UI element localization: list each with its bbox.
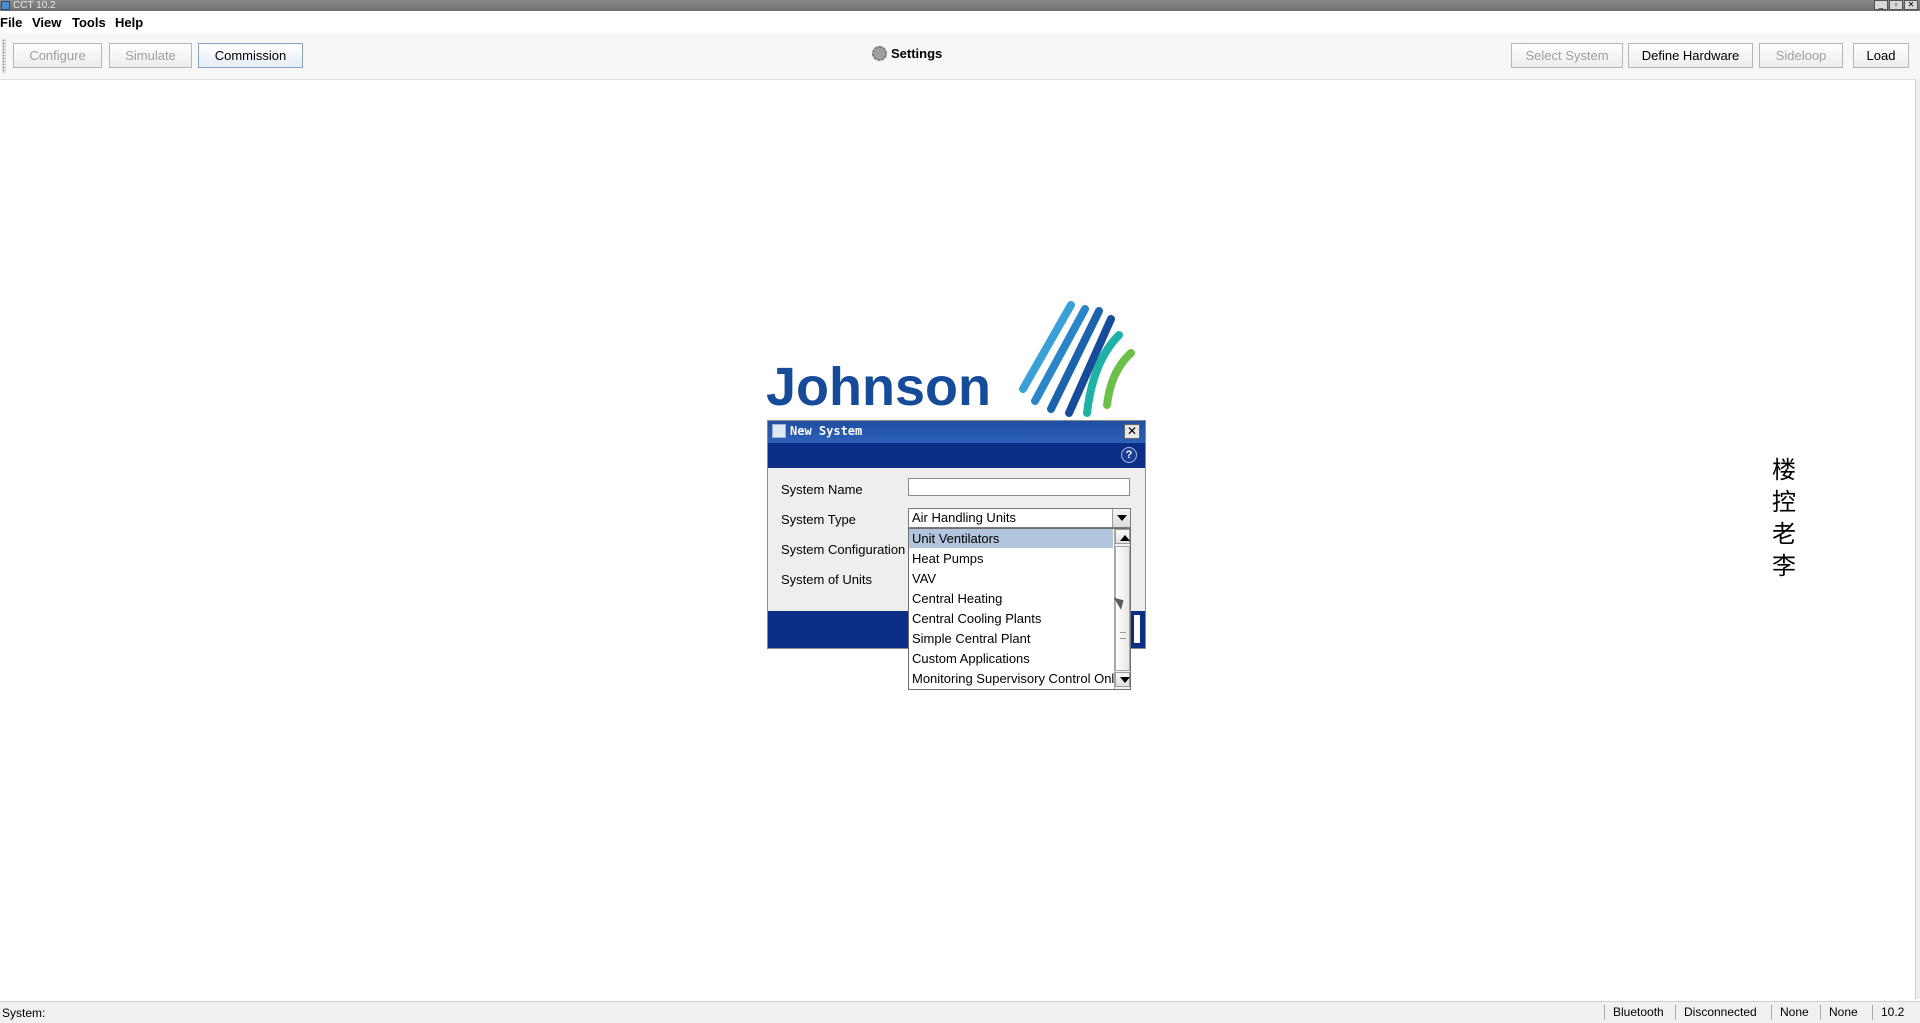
chevron-down-icon (1117, 515, 1127, 521)
status-connection: Disconnected (1675, 1005, 1757, 1020)
watermark-char: 楼 (1772, 456, 1796, 484)
scroll-up-button[interactable] (1115, 529, 1130, 544)
chevron-down-icon (1120, 677, 1130, 683)
minimize-icon[interactable]: _ (1874, 0, 1888, 10)
dropdown-option[interactable]: Central Heating (909, 589, 1113, 608)
johnson-logo-text: Johnson (766, 357, 991, 417)
window-controls: _ ▫ ✕ (1874, 0, 1918, 10)
status-version: 10.2 (1872, 1005, 1904, 1020)
help-icon[interactable]: ? (1121, 447, 1137, 463)
watermark-char: 李 (1772, 552, 1796, 580)
scroll-down-button[interactable] (1115, 672, 1130, 687)
status-bluetooth: Bluetooth (1604, 1005, 1664, 1020)
dialog-title: New System (790, 424, 863, 438)
menu-view[interactable]: View (32, 15, 61, 30)
status-none-1: None (1771, 1005, 1809, 1020)
load-button[interactable]: Load (1853, 43, 1909, 68)
system-name-label: System Name (781, 482, 863, 497)
window-title: CCT 10.2 (13, 0, 56, 11)
dropdown-option[interactable]: Heat Pumps (909, 549, 1113, 568)
window-title-bar: CCT 10.2 _ ▫ ✕ (0, 0, 1920, 11)
close-window-icon[interactable]: ✕ (1904, 0, 1918, 10)
system-configuration-label: System Configuration (781, 542, 906, 557)
dialog-header-band: ? (768, 443, 1145, 468)
dialog-title-bar[interactable]: New System ✕ (768, 421, 1145, 443)
gear-icon (872, 46, 887, 61)
dialog-app-icon (772, 424, 786, 438)
chevron-up-icon (1120, 535, 1130, 541)
commission-button[interactable]: Commission (198, 43, 303, 68)
watermark-char: 控 (1772, 488, 1796, 516)
system-type-value: Air Handling Units (912, 510, 1017, 525)
scroll-grip-icon (1120, 632, 1126, 639)
menu-help[interactable]: Help (115, 15, 143, 30)
configure-button[interactable]: Configure (13, 43, 102, 68)
system-name-input[interactable] (908, 478, 1130, 496)
system-type-label: System Type (781, 512, 856, 527)
menu-bar: File View Tools Help (0, 11, 1920, 33)
dialog-footer-button-edge[interactable] (1134, 615, 1140, 643)
system-type-dropdown-list[interactable]: Unit Ventilators Heat Pumps VAV Central … (908, 528, 1131, 690)
system-of-units-label: System of Units (781, 572, 873, 587)
close-icon[interactable]: ✕ (1124, 424, 1140, 439)
maximize-icon[interactable]: ▫ (1889, 0, 1903, 10)
dropdown-option[interactable]: VAV (909, 569, 1113, 588)
dropdown-option[interactable]: Custom Applications (909, 649, 1113, 668)
settings-button[interactable]: Settings (872, 46, 942, 62)
status-none-2: None (1820, 1005, 1858, 1020)
watermark: 楼 控 老 李 (1767, 454, 1801, 582)
sideloop-button[interactable]: Sideloop (1759, 43, 1843, 68)
johnson-logo-mark (1019, 301, 1135, 417)
define-hardware-button[interactable]: Define Hardware (1628, 43, 1753, 68)
dropdown-option[interactable]: Simple Central Plant (909, 629, 1113, 648)
status-bar: System: Bluetooth Disconnected None None… (0, 1001, 1920, 1023)
menu-tools[interactable]: Tools (72, 15, 106, 30)
dropdown-option[interactable]: Central Cooling Plants (909, 609, 1113, 628)
select-system-button[interactable]: Select System (1511, 43, 1623, 68)
menu-file[interactable]: File (0, 15, 22, 30)
toolbar-grip[interactable] (2, 39, 6, 73)
dropdown-option[interactable]: Unit Ventilators (909, 529, 1113, 548)
simulate-button[interactable]: Simulate (109, 43, 192, 68)
dropdown-arrow-button[interactable] (1112, 509, 1130, 527)
settings-label: Settings (891, 46, 943, 61)
main-scrollbar[interactable] (1915, 79, 1920, 999)
status-system-label: System: (2, 1006, 46, 1020)
main-toolbar: Configure Simulate Commission Select Sys… (0, 33, 1920, 80)
app-icon (1, 1, 10, 10)
watermark-char: 老 (1772, 520, 1796, 548)
dropdown-option[interactable]: Monitoring Supervisory Control Only (909, 669, 1121, 688)
system-type-select[interactable]: Air Handling Units (908, 508, 1131, 528)
